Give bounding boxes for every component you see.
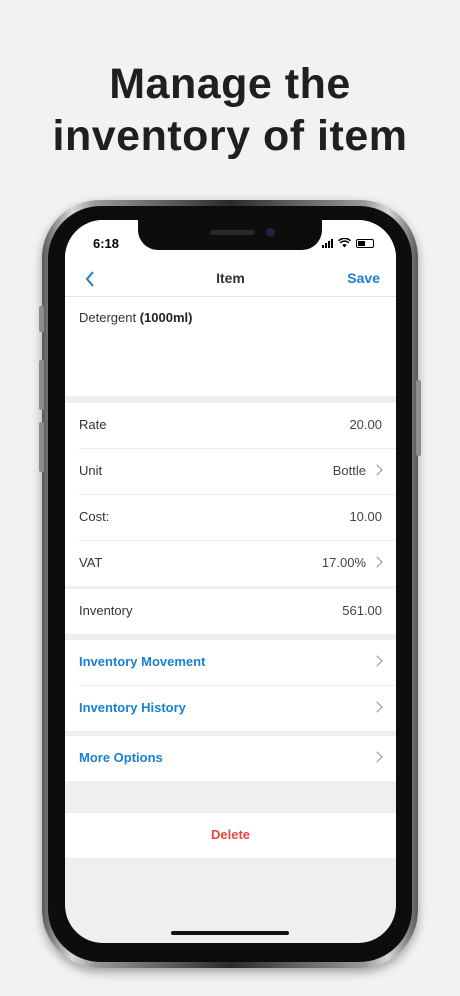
inventory-movement-link[interactable]: Inventory Movement (79, 654, 205, 669)
unit-row[interactable]: Unit Bottle (79, 449, 396, 495)
vat-row[interactable]: VAT 17.00% (79, 541, 396, 586)
mute-switch (39, 306, 44, 332)
unit-label: Unit (79, 463, 103, 478)
chevron-right-icon (371, 464, 383, 476)
power-button (416, 380, 421, 456)
chevron-right-icon (371, 701, 383, 713)
front-camera (266, 228, 275, 237)
delete-row[interactable]: Delete (65, 813, 396, 858)
inventory-movement-row[interactable]: Inventory Movement (79, 640, 396, 686)
volume-up-button (39, 360, 44, 410)
inventory-label: Inventory (79, 603, 133, 618)
wifi-icon (338, 238, 351, 248)
more-options-group: More Options (65, 736, 396, 781)
item-name: Detergent (79, 310, 137, 325)
unit-value: Bottle (332, 463, 366, 478)
save-button[interactable]: Save (347, 270, 380, 286)
cost-value: 10.00 (349, 509, 382, 524)
headline: Manage the inventory of item (0, 58, 460, 162)
vat-value: 17.00% (321, 555, 366, 570)
inventory-group: Inventory 561.00 (65, 589, 396, 634)
app-screen: 6:18 Item Save Detergent (1000ml) Rate 2… (65, 220, 396, 943)
rate-row[interactable]: Rate 20.00 (79, 403, 396, 449)
item-name-field[interactable]: Detergent (1000ml) (65, 297, 396, 396)
headline-line-1: Manage the (109, 60, 351, 108)
details-group: Rate 20.00 Unit Bottle Cost: 10.00 VAT 1… (65, 403, 396, 586)
inventory-value: 561.00 (342, 603, 382, 618)
item-size: (1000ml) (139, 310, 193, 325)
headline-line-2: inventory of item (52, 112, 408, 160)
volume-down-button (39, 422, 44, 472)
chevron-right-icon (371, 655, 383, 667)
inventory-history-link[interactable]: Inventory History (79, 700, 186, 715)
chevron-right-icon (371, 556, 383, 568)
status-time: 6:18 (93, 236, 120, 251)
inventory-history-row[interactable]: Inventory History (79, 686, 396, 731)
phone-notch (138, 220, 322, 250)
home-indicator[interactable] (171, 931, 289, 935)
rate-label: Rate (79, 417, 107, 432)
inventory-row: Inventory 561.00 (79, 589, 396, 634)
vat-label: VAT (79, 555, 103, 570)
chevron-right-icon (371, 751, 383, 763)
delete-button[interactable]: Delete (65, 827, 396, 842)
inventory-links-group: Inventory Movement Inventory History (65, 640, 396, 731)
battery-icon (356, 238, 374, 248)
signal-icon (322, 238, 333, 248)
rate-value: 20.00 (349, 417, 382, 432)
cost-label: Cost: (79, 509, 110, 524)
speaker-grille (210, 230, 255, 235)
cost-row[interactable]: Cost: 10.00 (79, 495, 396, 541)
more-options-link[interactable]: More Options (79, 750, 163, 765)
nav-bar: Item Save (65, 264, 396, 297)
more-options-row[interactable]: More Options (79, 736, 396, 781)
